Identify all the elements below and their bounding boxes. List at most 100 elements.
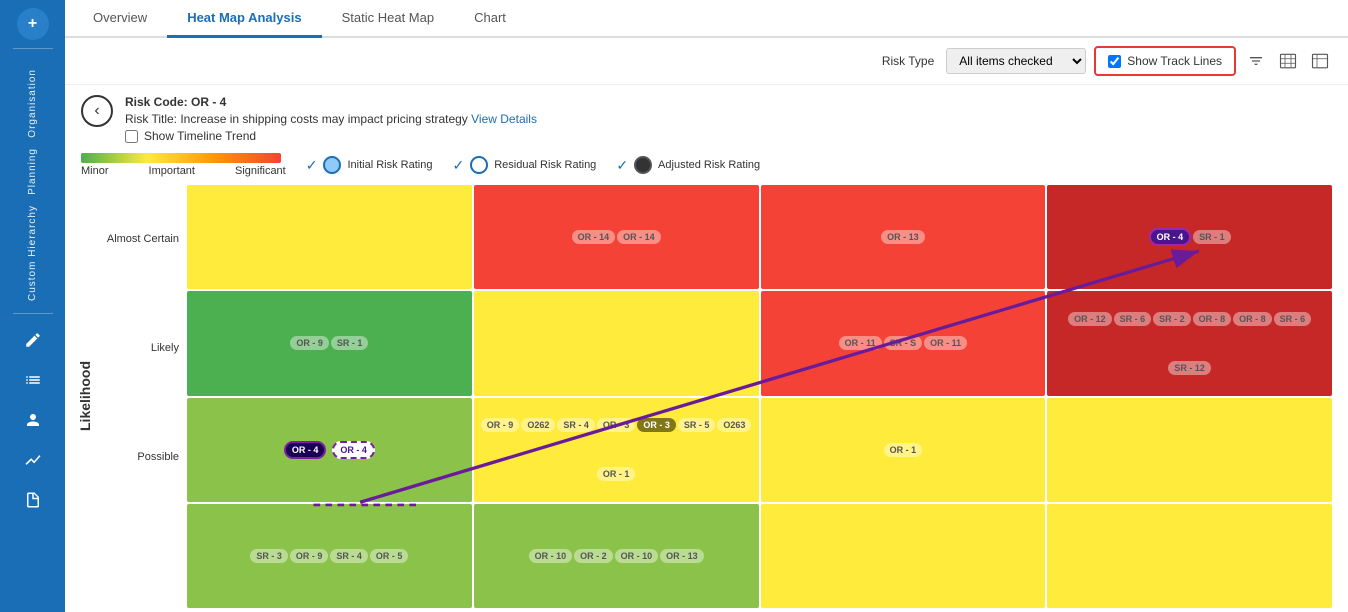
chip-or12[interactable]: OR - 12 — [1068, 312, 1112, 326]
chip-or1-3[interactable]: OR - 1 — [884, 443, 923, 457]
tab-chart[interactable]: Chart — [454, 0, 526, 38]
severity-labels: Minor Important Significant — [81, 165, 286, 177]
sidebar-person-icon[interactable] — [15, 402, 51, 438]
risk-type-select[interactable]: All items checked — [946, 48, 1086, 74]
filter-icon[interactable] — [1244, 49, 1268, 73]
sidebar-list-icon[interactable] — [15, 362, 51, 398]
tab-overview[interactable]: Overview — [73, 0, 167, 38]
view-details-link[interactable]: View Details — [471, 112, 537, 126]
chip-sr4-3[interactable]: SR - 4 — [330, 549, 368, 563]
grid-row-1: OR - 9 SR - 1 OR - 11 SR - S OR - 11 OR … — [187, 291, 1332, 395]
severity-minor: Minor — [81, 165, 109, 177]
chip-or13-3[interactable]: OR - 13 — [660, 549, 704, 563]
tab-heatmap[interactable]: Heat Map Analysis — [167, 0, 321, 38]
risk-details: Risk Code: OR - 4 Risk Title: Increase i… — [125, 95, 537, 143]
heatmap-wrapper: Likelihood Almost Certain Likely Possibl… — [65, 181, 1348, 612]
risk-info-bar: ‹ Risk Code: OR - 4 Risk Title: Increase… — [65, 85, 1348, 149]
tabs-bar: Overview Heat Map Analysis Static Heat M… — [65, 0, 1348, 38]
risk-code: Risk Code: OR - 4 — [125, 95, 537, 109]
sidebar-chart-icon[interactable] — [15, 442, 51, 478]
risk-code-label: Risk Code: — [125, 95, 191, 109]
chip-or1-2[interactable]: OR - 1 — [597, 467, 636, 481]
sidebar-edit-icon[interactable] — [15, 322, 51, 358]
row-labels: Almost Certain Likely Possible — [97, 185, 187, 608]
chip-or4-highlight[interactable]: OR - 4 — [1149, 228, 1192, 246]
chip-or5[interactable]: OR - 5 — [370, 549, 409, 563]
risk-title: Risk Title: Increase in shipping costs m… — [125, 112, 537, 126]
cell-3-2 — [761, 504, 1046, 608]
sidebar-divider — [13, 48, 53, 49]
sidebar-label-organisation[interactable]: Organisation — [27, 65, 38, 142]
severity-gradient — [81, 153, 281, 163]
sidebar-label-planning[interactable]: Planning — [27, 144, 38, 199]
add-button[interactable]: + — [17, 8, 49, 40]
chip-or10b[interactable]: OR - 10 — [615, 549, 659, 563]
toolbar: Risk Type All items checked Show Track L… — [65, 38, 1348, 85]
residual-label: Residual Risk Rating — [494, 159, 596, 171]
chip-or11b[interactable]: OR - 11 — [924, 336, 967, 350]
chip-or14b[interactable]: OR - 14 — [617, 230, 661, 244]
show-timeline-checkbox[interactable] — [125, 130, 138, 143]
cell-1-2: OR - 11 SR - S OR - 11 — [761, 291, 1046, 395]
chip-or10a[interactable]: OR - 10 — [529, 549, 573, 563]
chip-or8a[interactable]: OR - 8 — [1193, 312, 1232, 326]
sidebar-label-custom[interactable]: Custom Hierarchy — [27, 201, 38, 305]
cell-1-0: OR - 9 SR - 1 — [187, 291, 472, 395]
risk-title-label: Risk Title: Increase in shipping costs m… — [125, 112, 471, 126]
show-track-lines-label: Show Track Lines — [1127, 54, 1222, 68]
residual-circle — [470, 156, 488, 174]
heatmap-grid: Almost Certain Likely Possible OR - 14 O… — [97, 185, 1332, 608]
chip-srs[interactable]: SR - S — [884, 336, 923, 350]
chip-or8b[interactable]: OR - 8 — [1233, 312, 1272, 326]
chip-or9[interactable]: OR - 9 — [290, 336, 329, 350]
chip-or3a[interactable]: OR - 3 — [597, 418, 636, 432]
chip-sr4[interactable]: SR - 4 — [557, 418, 595, 432]
tab-static[interactable]: Static Heat Map — [322, 0, 455, 38]
sidebar-divider-2 — [13, 313, 53, 314]
chip-or13[interactable]: OR - 13 — [881, 230, 925, 244]
chip-or9-3[interactable]: OR - 9 — [290, 549, 329, 563]
legend-residual: ✓ Residual Risk Rating — [452, 156, 596, 174]
chip-sr6a[interactable]: SR - 6 — [1114, 312, 1152, 326]
chip-sr5[interactable]: SR - 5 — [678, 418, 716, 432]
cell-3-0: SR - 3 OR - 9 SR - 4 OR - 5 — [187, 504, 472, 608]
show-track-lines-checkbox[interactable] — [1108, 55, 1121, 68]
cell-2-1: OR - 9 O262 SR - 4 OR - 3 OR - 3 SR - 5 … — [474, 398, 759, 502]
show-track-lines-button[interactable]: Show Track Lines — [1094, 46, 1236, 76]
sidebar-labels: Organisation Planning Custom Hierarchy — [27, 65, 38, 305]
chip-sr2[interactable]: SR - 2 — [1153, 312, 1191, 326]
cell-0-3: OR - 4 SR - 1 — [1047, 185, 1332, 289]
sidebar-doc-icon[interactable] — [15, 482, 51, 518]
chip-or11a[interactable]: OR - 11 — [839, 336, 882, 350]
chip-or4-outline[interactable]: OR - 4 — [332, 441, 375, 459]
chip-sr1-0[interactable]: SR - 1 — [1193, 230, 1231, 244]
y-axis-label: Likelihood — [73, 185, 97, 608]
chip-sr6b[interactable]: SR - 6 — [1274, 312, 1312, 326]
export-xls-icon[interactable] — [1276, 49, 1300, 73]
show-timeline-row: Show Timeline Trend — [125, 129, 537, 143]
heatmap-content: Almost Certain Likely Possible OR - 14 O… — [97, 185, 1332, 608]
back-button[interactable]: ‹ — [81, 95, 113, 127]
cell-2-2: OR - 1 — [761, 398, 1046, 502]
severity-bar: Minor Important Significant — [81, 153, 286, 177]
chip-or2[interactable]: OR - 2 — [574, 549, 613, 563]
chip-o262[interactable]: O262 — [521, 418, 555, 432]
chip-sr12[interactable]: SR - 12 — [1168, 361, 1211, 375]
chip-or3-olive[interactable]: OR - 3 — [637, 418, 676, 432]
chip-sr3[interactable]: SR - 3 — [250, 549, 288, 563]
chip-or9-2[interactable]: OR - 9 — [481, 418, 520, 432]
show-timeline-label: Show Timeline Trend — [144, 129, 256, 143]
sidebar: + Organisation Planning Custom Hierarchy — [0, 0, 65, 612]
cell-0-0 — [187, 185, 472, 289]
export-pdf-icon[interactable] — [1308, 49, 1332, 73]
cell-0-1: OR - 14 OR - 14 — [474, 185, 759, 289]
chip-or14a[interactable]: OR - 14 — [572, 230, 616, 244]
chip-o263[interactable]: O263 — [717, 418, 751, 432]
legend-initial: ✓ Initial Risk Rating — [306, 156, 433, 174]
chip-sr1-1[interactable]: SR - 1 — [331, 336, 369, 350]
cell-0-2: OR - 13 — [761, 185, 1046, 289]
chip-or4-black[interactable]: OR - 4 — [284, 441, 327, 459]
grid-cells: OR - 14 OR - 14 OR - 13 OR - 4 SR - 1 — [187, 185, 1332, 608]
cell-3-1: OR - 10 OR - 2 OR - 10 OR - 13 — [474, 504, 759, 608]
cell-2-0: OR - 4 OR - 4 — [187, 398, 472, 502]
